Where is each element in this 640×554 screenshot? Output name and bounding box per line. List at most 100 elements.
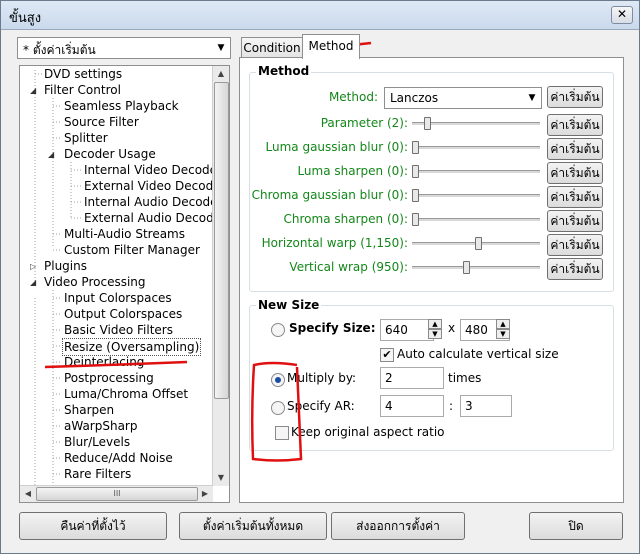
slider-knob[interactable] bbox=[463, 261, 470, 274]
tree-item[interactable]: Seamless Playback bbox=[64, 98, 179, 114]
ar-width-input[interactable]: 4 bbox=[380, 395, 444, 417]
tree-item[interactable]: Sharpen bbox=[64, 402, 114, 418]
tree-item[interactable]: Output Colorspaces bbox=[64, 306, 182, 322]
method-row-default-button[interactable]: ค่าเริ่มต้น bbox=[547, 234, 603, 256]
tree-item[interactable]: Basic Video Filters bbox=[64, 322, 173, 338]
specify-ar-radio[interactable] bbox=[271, 401, 285, 415]
tree-item[interactable]: Decoder Usage bbox=[64, 146, 156, 162]
slider-knob[interactable] bbox=[412, 165, 419, 178]
auto-calc-checkbox[interactable]: ✔ bbox=[380, 348, 394, 362]
restore-button[interactable]: คืนค่าที่ตั้งไว้ bbox=[19, 512, 167, 540]
method-row-slider[interactable] bbox=[412, 237, 540, 250]
method-row-default-button[interactable]: ค่าเริ่มต้น bbox=[547, 210, 603, 232]
tree-item[interactable]: Blur/Levels bbox=[64, 434, 130, 450]
method-dropdown[interactable]: Lanczos ▼ bbox=[384, 87, 542, 109]
slider-knob[interactable] bbox=[412, 189, 419, 202]
tree-item[interactable]: Multi-Audio Streams bbox=[64, 226, 185, 242]
slider-knob[interactable] bbox=[412, 213, 419, 226]
tree-item[interactable]: Rare Filters bbox=[64, 466, 131, 482]
scroll-left-icon[interactable]: ◀ bbox=[20, 486, 36, 502]
tree-item[interactable]: Plugins bbox=[44, 258, 87, 274]
tree-item[interactable]: Deinterlacing bbox=[64, 354, 144, 370]
keep-aspect-checkbox[interactable] bbox=[275, 426, 289, 440]
tree-item[interactable]: Luma/Chroma Offset bbox=[64, 386, 188, 402]
method-row-slider[interactable] bbox=[412, 141, 540, 154]
ar-height-input[interactable]: 3 bbox=[460, 395, 512, 417]
slider-track bbox=[412, 122, 540, 125]
method-row-default-button[interactable]: ค่าเริ่มต้น bbox=[547, 186, 603, 208]
tab-method[interactable]: Method bbox=[302, 34, 360, 59]
collapsed-arrow-icon[interactable]: ▷ bbox=[30, 262, 36, 271]
method-tab-panel: Method Method: Lanczos ▼ ค่าเริ่มต้น Par… bbox=[239, 57, 624, 503]
stepper-up-icon[interactable]: ▲ bbox=[428, 319, 442, 329]
method-row-slider[interactable] bbox=[412, 261, 540, 274]
title-bar[interactable]: ขั้นสูง ✕ bbox=[1, 1, 639, 30]
tree-item[interactable]: aWarpSharp bbox=[64, 418, 137, 434]
method-row-slider[interactable] bbox=[412, 189, 540, 202]
new-size-group-title: New Size bbox=[256, 298, 322, 312]
width-stepper[interactable]: ▲ ▼ bbox=[428, 319, 442, 339]
close-window-button[interactable]: ✕ bbox=[611, 6, 633, 24]
expand-arrow-icon[interactable]: ◢ bbox=[30, 278, 36, 287]
tree-item[interactable]: Custom Filter Manager bbox=[64, 242, 200, 258]
slider-knob[interactable] bbox=[424, 117, 431, 130]
stepper-down-icon[interactable]: ▼ bbox=[428, 329, 442, 339]
method-value: Lanczos bbox=[390, 91, 439, 105]
expand-arrow-icon[interactable]: ◢ bbox=[48, 150, 54, 159]
tree-item[interactable]: Reduce/Add Noise bbox=[64, 450, 173, 466]
tree-item[interactable]: DVD settings bbox=[44, 66, 122, 82]
reset-all-button[interactable]: ตั้งค่าเริ่มต้นทั้งหมด bbox=[179, 512, 327, 540]
scroll-thumb-horizontal[interactable]: III bbox=[36, 487, 198, 501]
times-label: times bbox=[448, 371, 482, 385]
scroll-down-icon[interactable]: ▼ bbox=[213, 470, 229, 486]
keep-aspect-label: Keep original aspect ratio bbox=[291, 425, 445, 439]
method-row-default-button[interactable]: ค่าเริ่มต้น bbox=[547, 162, 603, 184]
slider-knob[interactable] bbox=[475, 237, 482, 250]
tree-horizontal-scrollbar[interactable]: ◀ III ▶ bbox=[20, 485, 213, 502]
preset-value: * ตั้งค่าเริ่มต้น bbox=[23, 43, 96, 57]
method-row-label: Horizontal warp (1,150): bbox=[261, 236, 408, 250]
tree-item[interactable]: Filter Control bbox=[44, 82, 121, 98]
tree-item[interactable]: Splitter bbox=[64, 130, 108, 146]
slider-knob[interactable] bbox=[412, 141, 419, 154]
tree-vertical-scrollbar[interactable]: ▲ ▼ bbox=[212, 66, 229, 486]
stepper-up-icon[interactable]: ▲ bbox=[496, 319, 510, 329]
method-row-default-button[interactable]: ค่าเริ่มต้น bbox=[547, 114, 603, 136]
expand-arrow-icon[interactable]: ◢ bbox=[30, 86, 36, 95]
method-row-default-button[interactable]: ค่าเริ่มต้น bbox=[547, 138, 603, 160]
scroll-thumb[interactable] bbox=[214, 82, 229, 399]
multiply-by-radio[interactable] bbox=[271, 373, 285, 387]
method-row-slider[interactable] bbox=[412, 117, 540, 130]
tree-item[interactable]: Internal Video Decoder bbox=[84, 162, 222, 178]
scroll-up-icon[interactable]: ▲ bbox=[213, 66, 229, 82]
method-row-default-button[interactable]: ค่าเริ่มต้น bbox=[547, 258, 603, 280]
method-row-label: Vertical wrap (950): bbox=[289, 260, 408, 274]
method-row-slider[interactable] bbox=[412, 165, 540, 178]
height-stepper[interactable]: ▲ ▼ bbox=[496, 319, 510, 339]
tree-item[interactable]: Video Processing bbox=[44, 274, 146, 290]
ar-separator: : bbox=[449, 399, 454, 413]
tree-item[interactable]: Source Filter bbox=[64, 114, 139, 130]
tree-item[interactable]: Internal Audio Decoder bbox=[84, 194, 222, 210]
preset-dropdown[interactable]: * ตั้งค่าเริ่มต้น ▼ bbox=[17, 37, 231, 59]
stepper-down-icon[interactable]: ▼ bbox=[496, 329, 510, 339]
specify-size-radio[interactable] bbox=[271, 323, 285, 337]
tree-item[interactable]: Input Colorspaces bbox=[64, 290, 172, 306]
multiply-by-label: Multiply by: bbox=[287, 371, 357, 385]
settings-tree[interactable]: ◢ ◢ ▷ ◢ DVD settings Filter Control Seam… bbox=[19, 65, 230, 503]
tree-item[interactable]: External Video Decoder bbox=[84, 178, 226, 194]
scroll-right-icon[interactable]: ▶ bbox=[197, 486, 213, 502]
close-button[interactable]: ปิด bbox=[529, 512, 623, 540]
method-row-label: Chroma gaussian blur (0): bbox=[251, 188, 408, 202]
close-icon: ✕ bbox=[616, 7, 628, 21]
tree-item[interactable]: External Audio Decoder bbox=[84, 210, 226, 226]
width-input[interactable]: 640 bbox=[380, 319, 434, 341]
method-row-slider[interactable] bbox=[412, 213, 540, 226]
multiply-input[interactable]: 2 bbox=[380, 367, 444, 389]
export-settings-button[interactable]: ส่งออกการตั้งค่า bbox=[331, 512, 465, 540]
tab-condition[interactable]: Condition bbox=[241, 37, 303, 58]
tree-item[interactable]: Postprocessing bbox=[64, 370, 154, 386]
slider-track bbox=[412, 146, 540, 149]
method-row-label: Luma gaussian blur (0): bbox=[265, 140, 408, 154]
method-default-button[interactable]: ค่าเริ่มต้น bbox=[547, 86, 603, 108]
